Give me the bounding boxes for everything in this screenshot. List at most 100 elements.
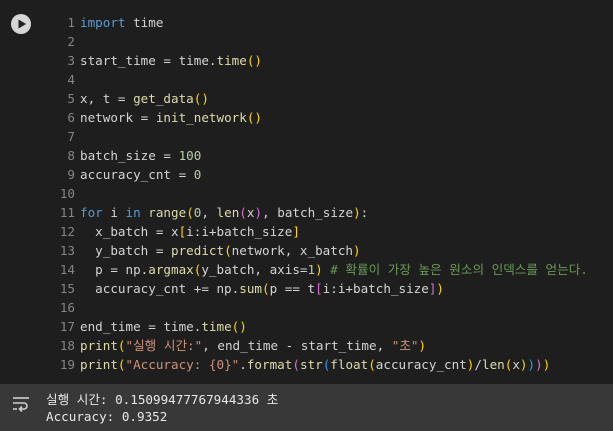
code-token: ( — [117, 338, 126, 353]
code-token: network, x_batch — [231, 243, 353, 258]
code-line[interactable]: 15 accuracy_cnt += np.sum(p == t[i:i+bat… — [44, 279, 613, 298]
output-toggle-icon[interactable] — [10, 393, 32, 415]
code-token: () — [246, 53, 262, 68]
code-line[interactable]: 7 — [44, 127, 613, 146]
code-token: ( — [224, 243, 232, 258]
code-token: ) — [527, 357, 536, 372]
code-token: for — [80, 205, 103, 220]
code-token: predict — [171, 243, 225, 258]
code-token: accuracy_cnt — [375, 357, 467, 372]
line-number: 2 — [67, 34, 75, 49]
code-token: format — [246, 357, 293, 372]
code-token: "Accuracy: {0}" — [125, 357, 240, 372]
line-number: 17 — [59, 319, 75, 334]
code-token: argmax — [148, 262, 194, 277]
code-token: ) — [353, 243, 361, 258]
code-token: init_network — [155, 110, 247, 125]
code-token: len — [216, 205, 240, 220]
code-line[interactable]: 17 end_time = time.time() — [44, 317, 613, 336]
code-token: accuracy_cnt += np. — [80, 281, 240, 296]
code-editor[interactable]: 1 import time 2 3 start_time = time.time() 4 5… — [44, 13, 613, 374]
code-token: ( — [368, 357, 376, 372]
code-token: y_batch = — [80, 243, 171, 258]
line-number: 15 — [59, 281, 75, 296]
output-line-accuracy: Accuracy: 0.9352 — [46, 409, 168, 424]
code-token: i:i+batch_size — [322, 281, 429, 296]
line-number: 8 — [67, 148, 75, 163]
code-token: end_time = time. — [80, 319, 202, 334]
code-line[interactable]: 3 start_time = time.time() — [44, 51, 613, 70]
code-token: ] — [292, 224, 300, 239]
output-line-runtime: 실행 시간: 0.15099477767944336 초 — [46, 392, 279, 407]
code-token: ( — [117, 357, 126, 372]
code-token: ) — [542, 357, 551, 372]
code-token: . — [239, 357, 247, 372]
code-token: i — [102, 205, 126, 220]
line-number: 16 — [59, 300, 75, 315]
code-line[interactable]: 12 x_batch = x[i:i+batch_size] — [44, 222, 613, 241]
code-token: ( — [292, 357, 300, 372]
line-number: 6 — [67, 110, 75, 125]
code-line[interactable]: 8 batch_size = 100 — [44, 146, 613, 165]
code-line[interactable]: 6 network = init_network() — [44, 108, 613, 127]
code-line[interactable]: 13 y_batch = predict(network, x_batch) — [44, 241, 613, 260]
code-token: "실행 시간:" — [125, 338, 203, 353]
cell-output: 실행 시간: 0.15099477767944336 초 Accuracy: 0… — [0, 385, 613, 431]
code-token: ) — [535, 357, 543, 372]
code-line[interactable]: 2 — [44, 32, 613, 51]
code-token: in — [125, 205, 141, 220]
code-token: ) — [315, 262, 323, 277]
code-cell[interactable]: 1 import time 2 3 start_time = time.time() 4 5… — [0, 0, 613, 384]
code-line[interactable]: 9 accuracy_cnt = 0 — [44, 165, 613, 184]
code-token: () — [193, 91, 209, 106]
line-number: 3 — [67, 53, 75, 68]
line-number: 7 — [67, 129, 75, 144]
code-token: , — [201, 205, 217, 220]
code-token: ) — [519, 357, 528, 372]
code-token: x — [512, 357, 520, 372]
line-number: 19 — [59, 357, 75, 372]
line-number: 12 — [59, 224, 75, 239]
code-token: # 확률이 가장 높은 원소의 인덱스를 얻는다. — [322, 262, 588, 277]
code-token: i:i+batch_size — [186, 224, 293, 239]
code-token: ) — [353, 205, 361, 220]
line-number: 4 — [67, 72, 75, 87]
code-line[interactable]: 10 — [44, 184, 613, 203]
line-number: 11 — [59, 205, 75, 220]
run-cell-button[interactable] — [11, 14, 31, 34]
code-line[interactable]: 5 x, t = get_data() — [44, 89, 613, 108]
code-line[interactable]: 18 print("실행 시간:", end_time - start_time,… — [44, 336, 613, 355]
code-token: ) — [254, 205, 263, 220]
code-token: ) — [436, 281, 445, 296]
code-token: time — [201, 319, 232, 334]
code-token: str — [299, 357, 323, 372]
line-number: 14 — [59, 262, 75, 277]
code-token: ( — [186, 205, 194, 220]
code-token: : — [360, 205, 369, 220]
code-token: accuracy_cnt = — [80, 167, 194, 182]
code-line[interactable]: 16 — [44, 298, 613, 317]
code-token: time — [125, 15, 164, 30]
code-token: start_time = time. — [80, 53, 217, 68]
line-number: 13 — [59, 243, 75, 258]
line-number: 10 — [59, 186, 75, 201]
code-token: , batch_size — [262, 205, 354, 220]
code-line[interactable]: 14 p = np.argmax(y_batch, axis=1) # 확률이 … — [44, 260, 613, 279]
code-token: ( — [239, 205, 247, 220]
code-token: batch_size = — [80, 148, 179, 163]
line-number: 9 — [67, 167, 75, 182]
code-token: ( — [261, 281, 270, 296]
code-token: print — [80, 338, 118, 353]
code-line[interactable]: 11 for i in range(0, len(x), batch_size): — [44, 203, 613, 222]
code-token: x, t = — [80, 91, 134, 106]
output-text: 실행 시간: 0.15099477767944336 초 Accuracy: 0… — [46, 391, 278, 425]
line-number: 5 — [67, 91, 75, 106]
code-token: p = np. — [80, 262, 149, 277]
code-line[interactable]: 19 print("Accuracy: {0}".format(str(float… — [44, 355, 613, 374]
code-line[interactable]: 1 import time — [44, 13, 613, 32]
code-line[interactable]: 4 — [44, 70, 613, 89]
code-token: time — [216, 53, 247, 68]
code-token: [ — [315, 281, 323, 296]
code-token: () — [231, 319, 247, 334]
code-token: range — [148, 205, 187, 220]
